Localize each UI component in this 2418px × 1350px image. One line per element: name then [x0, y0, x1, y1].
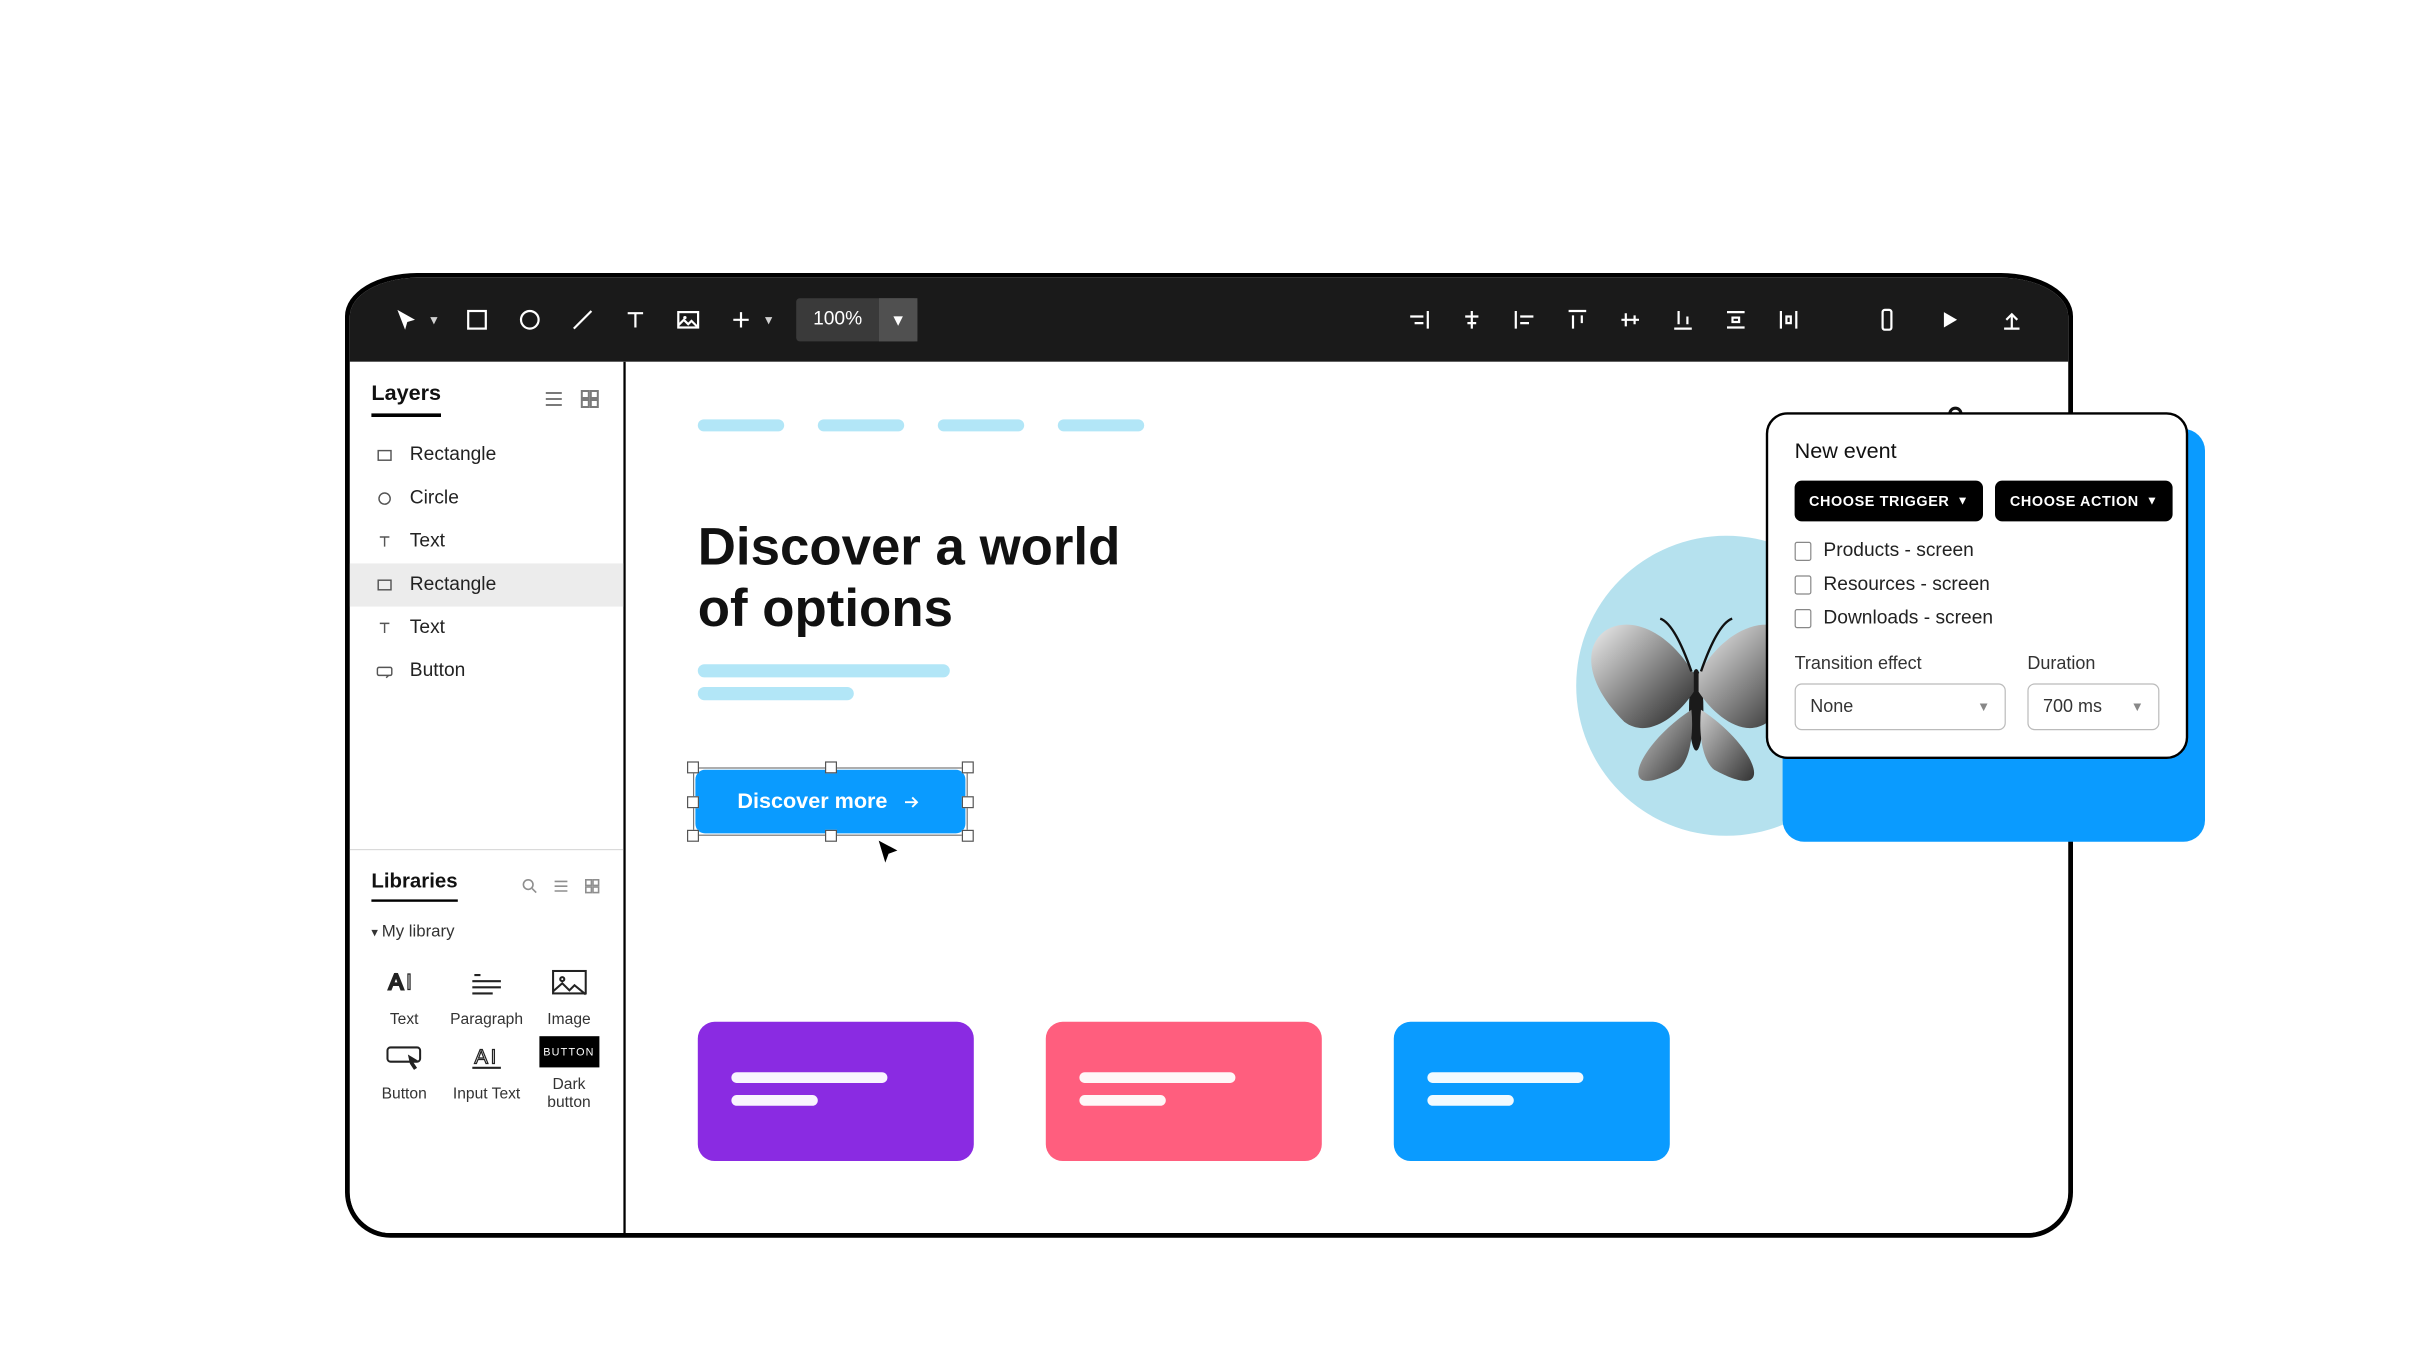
library-item-button[interactable]: Button — [367, 1036, 442, 1112]
duration-label: Duration — [2027, 653, 2159, 673]
left-sidebar: Layers Rectangle Circle Text Rectangle T… — [350, 362, 626, 1233]
alignment-tools — [1399, 297, 1809, 343]
align-right-icon[interactable] — [1399, 297, 1440, 343]
transition-select[interactable]: None▼ — [1795, 683, 2006, 730]
list-view-icon[interactable] — [542, 387, 566, 411]
layers-title: Layers — [371, 381, 441, 417]
ellipse-tool-icon[interactable] — [507, 297, 553, 343]
feature-card[interactable] — [1394, 1022, 1670, 1161]
add-tool-icon[interactable] — [718, 297, 764, 343]
document-icon — [1795, 609, 1812, 628]
screen-list: Products - screen Resources - screen Dow… — [1795, 541, 2160, 630]
layers-panel-header: Layers — [350, 362, 624, 429]
document-icon — [1795, 575, 1812, 594]
align-top-icon[interactable] — [1557, 297, 1598, 343]
choose-action-button[interactable]: CHOOSE ACTION▼ — [1996, 481, 2173, 522]
chevron-down-icon: ▼ — [1957, 494, 1969, 507]
library-item-inputtext[interactable]: AI Input Text — [449, 1036, 524, 1112]
chevron-down-icon[interactable]: ▾ — [879, 298, 917, 341]
feature-card[interactable] — [698, 1022, 974, 1161]
upload-icon[interactable] — [1989, 297, 2035, 343]
rectangle-icon — [374, 574, 396, 596]
grid-view-icon[interactable] — [578, 387, 602, 411]
svg-text:A: A — [474, 1046, 488, 1068]
zoom-value: 100% — [796, 309, 879, 331]
rectangle-icon — [374, 445, 396, 467]
choose-trigger-button[interactable]: CHOOSE TRIGGER▼ — [1795, 481, 1984, 522]
screen-item[interactable]: Products - screen — [1795, 541, 2160, 563]
screen-item[interactable]: Resources - screen — [1795, 574, 2160, 596]
play-icon[interactable] — [1927, 297, 1973, 343]
layers-list: Rectangle Circle Text Rectangle Text But… — [350, 429, 624, 698]
search-icon[interactable] — [520, 876, 539, 895]
grid-view-icon[interactable] — [583, 876, 602, 895]
text-icon — [374, 531, 396, 553]
svg-text:I: I — [406, 969, 412, 994]
line-tool-icon[interactable] — [560, 297, 606, 343]
zoom-control[interactable]: 100% ▾ — [796, 298, 917, 341]
libraries-title: Libraries — [371, 869, 457, 901]
chevron-down-icon: ▼ — [2146, 494, 2158, 507]
hero-title: Discover a world of options — [698, 518, 1121, 639]
button-icon — [374, 661, 396, 683]
feature-card[interactable] — [1046, 1022, 1322, 1161]
align-bottom-icon[interactable] — [1663, 297, 1704, 343]
align-center-h-icon[interactable] — [1451, 297, 1492, 343]
chevron-down-icon: ▼ — [1977, 700, 1990, 714]
event-panel: New event CHOOSE TRIGGER▼ CHOOSE ACTION▼… — [1766, 412, 2188, 759]
nav-placeholder — [698, 419, 1144, 431]
layer-item[interactable]: Text — [350, 520, 624, 563]
library-item-text[interactable]: AI Text — [367, 962, 442, 1029]
select-tool-icon[interactable] — [383, 297, 429, 343]
screen-item[interactable]: Downloads - screen — [1795, 608, 2160, 630]
transition-label: Transition effect — [1795, 653, 2006, 673]
text-tool-icon[interactable] — [613, 297, 659, 343]
svg-text:A: A — [389, 969, 404, 994]
library-item-paragraph[interactable]: Paragraph — [449, 962, 524, 1029]
device-preview-icon[interactable] — [1864, 297, 1910, 343]
selected-element[interactable]: Discover more — [683, 758, 977, 846]
layer-item[interactable]: Text — [350, 607, 624, 650]
cursor-icon — [875, 838, 901, 869]
library-group[interactable]: My library — [350, 911, 624, 949]
hero-subtitle-placeholder — [698, 664, 950, 700]
app-frame: ▾ ▾ 100% ▾ — [345, 273, 2073, 1238]
list-view-icon[interactable] — [551, 876, 570, 895]
text-icon — [374, 617, 396, 639]
dark-button-thumb: BUTTON — [539, 1036, 599, 1067]
image-tool-icon[interactable] — [665, 297, 711, 343]
align-middle-v-icon[interactable] — [1610, 297, 1651, 343]
layer-item[interactable]: Rectangle — [350, 434, 624, 477]
document-icon — [1795, 542, 1812, 561]
distribute-h-icon[interactable] — [1768, 297, 1809, 343]
chevron-down-icon[interactable]: ▾ — [765, 311, 772, 328]
distribute-v-icon[interactable] — [1715, 297, 1756, 343]
svg-text:I: I — [491, 1046, 497, 1068]
layer-item-selected[interactable]: Rectangle — [350, 563, 624, 606]
library-item-darkbutton[interactable]: BUTTON Dark button — [531, 1036, 606, 1112]
event-panel-title: New event — [1795, 439, 2160, 464]
library-item-image[interactable]: Image — [531, 962, 606, 1029]
chevron-down-icon[interactable]: ▾ — [430, 311, 437, 328]
feature-cards — [698, 1022, 1670, 1161]
align-left-icon[interactable] — [1504, 297, 1545, 343]
layer-item[interactable]: Button — [350, 650, 624, 693]
chevron-down-icon: ▼ — [2131, 700, 2144, 714]
rectangle-tool-icon[interactable] — [454, 297, 500, 343]
circle-icon — [374, 488, 396, 510]
layer-item[interactable]: Circle — [350, 477, 624, 520]
top-toolbar: ▾ ▾ 100% ▾ — [350, 278, 2068, 362]
duration-select[interactable]: 700 ms▼ — [2027, 683, 2159, 730]
libraries-panel: Libraries My library AI Text Pa — [350, 849, 624, 1233]
